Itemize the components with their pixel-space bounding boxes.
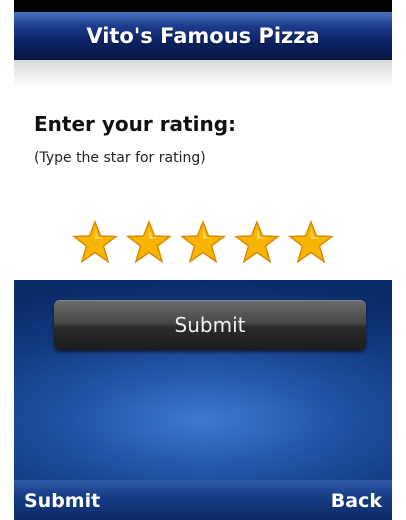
panel-strip <box>14 60 392 86</box>
rating-hint: (Type the star for rating) <box>34 150 206 166</box>
title-bar: Vito's Famous Pizza <box>14 12 392 60</box>
star-icon[interactable] <box>72 220 118 264</box>
star-icon[interactable] <box>288 220 334 264</box>
star-rating <box>14 220 392 270</box>
phone-screen: Vito's Famous Pizza Enter your rating: (… <box>14 0 392 520</box>
rating-panel: Enter your rating: (Type the star for ra… <box>14 60 392 280</box>
star-icon[interactable] <box>180 220 226 264</box>
submit-button[interactable]: Submit <box>54 300 366 350</box>
softkey-bar: Submit Back <box>14 480 392 520</box>
star-icon[interactable] <box>126 220 172 264</box>
softkey-submit[interactable]: Submit <box>24 490 100 512</box>
app-title: Vito's Famous Pizza <box>86 24 320 48</box>
action-area: Submit <box>14 280 392 480</box>
submit-button-label: Submit <box>174 313 246 337</box>
star-icon[interactable] <box>234 220 280 264</box>
rating-prompt: Enter your rating: <box>34 112 237 136</box>
softkey-back[interactable]: Back <box>331 490 382 512</box>
